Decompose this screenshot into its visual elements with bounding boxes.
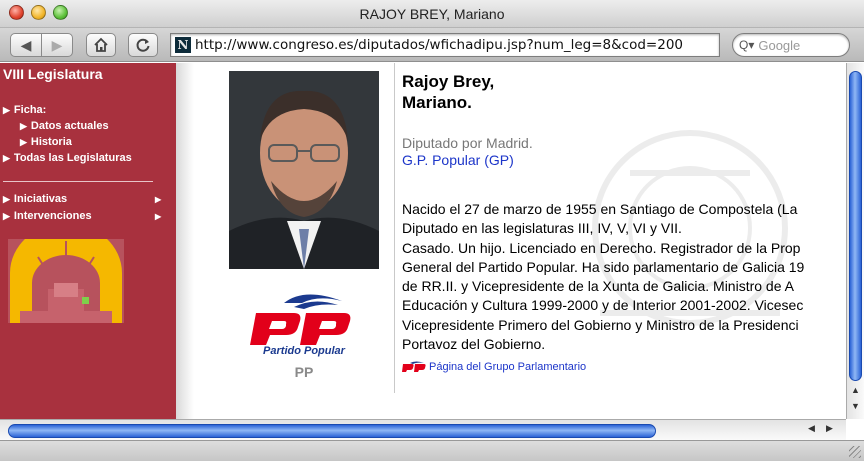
bio-line: Diputado en las legislaturas III, IV, V,… [402,220,682,237]
reload-button[interactable] [128,33,158,57]
window-title: RAJOY BREY, Mariano [359,6,505,22]
sidebar-title: VIII Legislatura [3,66,103,82]
search-placeholder: Google [758,37,801,53]
triangle-right-icon: ▶ [3,104,10,115]
search-icon[interactable]: Q▾ [739,38,754,52]
sidebar-item-datos-actuales[interactable]: ▶ Datos actuales [20,120,109,132]
sidebar-item-label: Ficha: [13,104,47,116]
sidebar-item-label: Todas las Legislaturas [13,152,132,164]
group-page-link-label[interactable]: Página del Grupo Parlamentario [429,361,586,373]
sidebar-item-intervenciones[interactable]: ▶ Intervenciones ▶ [3,210,173,222]
sidebar-item-label: Intervenciones [13,210,92,222]
bio-line: Educación y Cultura 1999-2000 y de Inter… [402,297,804,314]
bio-line: Portavoz del Gobierno. [402,336,546,353]
group-page-link[interactable]: Página del Grupo Parlamentario [402,361,586,373]
search-field[interactable]: Q▾ Google [732,33,850,57]
bio-line: General del Partido Popular. Ha sido par… [402,258,805,275]
vertical-scroll-thumb[interactable] [849,71,862,381]
submenu-arrow-icon: ▶ [155,211,162,221]
bio-line: Casado. Un hijo. Licenciado en Derecho. … [402,239,801,256]
triangle-right-icon: ▶ [3,210,10,221]
forward-arrow-icon: ▶ [51,36,63,53]
pp-mini-logo-icon [402,361,426,372]
hemicycle-map[interactable] [8,223,124,323]
browser-toolbar: ◀ ▶ N http://www.congreso.es/diputados/w… [0,28,864,62]
scroll-up-arrow-icon[interactable]: ▲ [847,385,864,401]
bio-line: de RR.II. y Vicepresidente de la Xunta d… [402,278,794,295]
address-bar[interactable]: N http://www.congreso.es/diputados/wfich… [170,33,720,57]
scroll-right-arrow-icon[interactable]: ▶ [826,423,833,434]
site-favicon-icon: N [175,37,191,53]
reload-icon [136,38,150,52]
parliamentary-group-link[interactable]: G.P. Popular (GP) [402,152,514,168]
sidebar-item-todas-las-legislaturas[interactable]: ▶ Todas las Legislaturas [3,152,132,164]
triangle-right-icon: ▶ [3,193,10,204]
content-edge-shadow [176,63,194,419]
deputy-photo [229,71,379,269]
sidebar: VIII Legislatura ▶ Ficha: ▶ Datos actual… [0,63,176,419]
scroll-left-arrow-icon[interactable]: ◀ [808,423,815,434]
status-bar [0,440,864,461]
triangle-right-icon: ▶ [20,136,27,147]
back-button[interactable]: ◀ [10,33,42,57]
sidebar-item-historia[interactable]: ▶ Historia [20,136,72,148]
horizontal-scroll-thumb[interactable] [8,424,656,438]
sidebar-item-label: Iniciativas [13,193,68,205]
title-bar: RAJOY BREY, Mariano [0,0,864,28]
sidebar-item-iniciativas[interactable]: ▶ Iniciativas ▶ [3,193,173,205]
home-button[interactable] [86,33,116,57]
forward-button[interactable]: ▶ [41,33,73,57]
party-full-name: Partido Popular [263,345,345,357]
resize-grip-icon[interactable] [849,446,861,458]
home-icon [94,37,108,52]
deputy-role: Diputado por Madrid. [402,135,533,151]
scroll-down-arrow-icon[interactable]: ▼ [847,401,864,417]
deputy-name-line-1: Rajoy Brey, [402,72,495,91]
sidebar-item-ficha[interactable]: ▶ Ficha: [3,104,46,116]
horizontal-scrollbar[interactable]: ◀ ▶ [0,419,846,440]
submenu-arrow-icon: ▶ [155,194,162,204]
triangle-right-icon: ▶ [3,152,10,163]
sidebar-divider [3,181,153,182]
deputy-biography: Nacido el 27 de marzo de 1955 en Santiag… [402,200,846,354]
deputy-name: Rajoy Brey, Mariano. [402,71,494,113]
triangle-right-icon: ▶ [20,120,27,131]
bio-line: Nacido el 27 de marzo de 1955 en Santiag… [402,201,798,217]
hemicycle-seats-icon [10,223,122,323]
portrait-image-icon [229,71,379,269]
column-divider [394,63,395,393]
sidebar-item-label: Datos actuales [30,120,109,132]
back-arrow-icon: ◀ [20,36,32,53]
party-short-name: PP [294,364,314,380]
sidebar-item-label: Historia [30,136,72,148]
url-text[interactable]: http://www.congreso.es/diputados/wfichad… [195,37,683,53]
vertical-scrollbar[interactable]: ▲ ▼ [846,63,864,419]
bio-line: Vicepresidente Primero del Gobierno y Mi… [402,316,799,333]
page-content: VIII Legislatura ▶ Ficha: ▶ Datos actual… [0,63,846,419]
deputy-name-line-2: Mariano. [402,93,472,112]
